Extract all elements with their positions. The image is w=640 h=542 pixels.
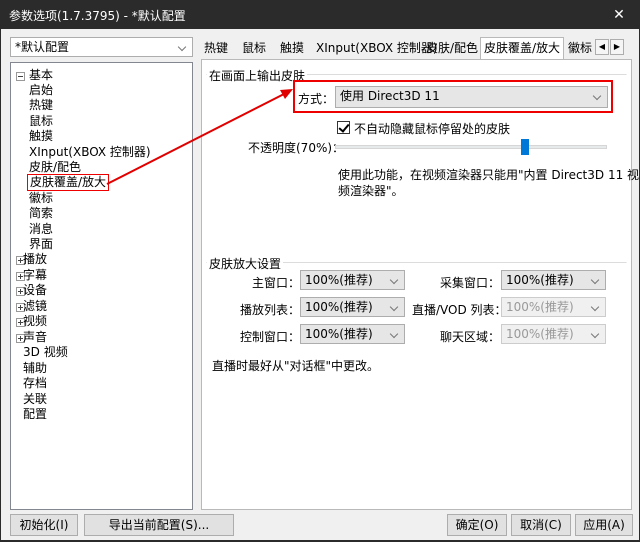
chevron-down-icon bbox=[590, 298, 602, 316]
chevron-down-icon bbox=[389, 325, 401, 343]
tree-item-hotkeys[interactable]: 热键 bbox=[29, 98, 53, 113]
control-window-value: 100%(推荐) bbox=[305, 327, 373, 341]
tab-prev-icon[interactable]: ◀ bbox=[595, 39, 609, 55]
tree-item-filters[interactable]: 滤镜 bbox=[23, 299, 47, 314]
chevron-down-icon bbox=[590, 271, 602, 289]
output-skin-group-title: 在画面上输出皮肤 bbox=[207, 67, 308, 84]
tree-item-video[interactable]: 视频 bbox=[23, 314, 47, 329]
live-vod-list-label: 直播/VOD 列表： bbox=[412, 303, 507, 317]
main-window-select[interactable]: 100%(推荐) bbox=[300, 270, 405, 290]
tree-item-messages[interactable]: 消息 bbox=[29, 222, 53, 237]
live-vod-list-select: 100%(推荐) bbox=[501, 297, 606, 317]
note-line-1: 使用此功能，在视频渲染器只能用"内置 Direct3D 11 视 bbox=[338, 168, 640, 182]
control-window-select[interactable]: 100%(推荐) bbox=[300, 324, 405, 344]
export-config-button[interactable]: 导出当前配置(S)... bbox=[84, 514, 234, 536]
settings-tabs: 热键 鼠标 触摸 XInput(XBOX 控制器) 皮肤/配色 皮肤覆盖/放大 … bbox=[201, 37, 631, 59]
preferences-window: 参数选项(1.7.3795) - *默认配置 ✕ *默认配置 基本 启始 热键 … bbox=[0, 0, 640, 541]
chevron-down-icon bbox=[389, 298, 401, 316]
apply-button[interactable]: 应用(A) bbox=[575, 514, 633, 536]
window-title: 参数选项(1.7.3795) - *默认配置 bbox=[9, 9, 186, 23]
skin-zoom-group-title: 皮肤放大设置 bbox=[207, 255, 284, 272]
tab-logo[interactable]: 徽标 bbox=[565, 39, 595, 57]
tree-item-config[interactable]: 配置 bbox=[23, 407, 47, 422]
tab-xinput[interactable]: XInput(XBOX 控制器) bbox=[313, 39, 441, 57]
tree-item-accessibility[interactable]: 辅助 bbox=[23, 361, 47, 376]
tree-item-subtitles[interactable]: 字幕 bbox=[23, 268, 47, 283]
note-line-2: 频渲染器"。 bbox=[338, 184, 404, 198]
tab-hotkeys[interactable]: 热键 bbox=[201, 39, 231, 57]
tree-item-association[interactable]: 关联 bbox=[23, 392, 47, 407]
close-icon[interactable]: ✕ bbox=[599, 1, 639, 29]
playlist-value: 100%(推荐) bbox=[305, 300, 373, 314]
tree-item-3d-video[interactable]: 3D 视频 bbox=[23, 345, 68, 360]
playlist-select[interactable]: 100%(推荐) bbox=[300, 297, 405, 317]
main-window-value: 100%(推荐) bbox=[305, 273, 373, 287]
collapse-icon[interactable] bbox=[16, 72, 25, 81]
playlist-label: 播放列表： bbox=[240, 303, 301, 317]
zoom-note: 直播时最好从"对话框"中更改。 bbox=[212, 359, 380, 373]
capture-window-select[interactable]: 100%(推荐) bbox=[501, 270, 606, 290]
chevron-down-icon bbox=[590, 325, 602, 343]
capture-window-value: 100%(推荐) bbox=[506, 273, 574, 287]
annotation-box-mode bbox=[293, 80, 613, 113]
tab-next-icon[interactable]: ▶ bbox=[610, 39, 624, 55]
chevron-down-icon bbox=[177, 38, 189, 56]
profile-select[interactable]: *默认配置 bbox=[10, 37, 193, 57]
tree-item-skin-overlay[interactable]: 皮肤覆盖/放大 bbox=[27, 174, 110, 191]
profile-select-value: *默认配置 bbox=[15, 40, 70, 54]
tree-item-interface[interactable]: 界面 bbox=[29, 237, 53, 252]
tab-skin-overlay[interactable]: 皮肤覆盖/放大 bbox=[480, 37, 565, 59]
tab-mouse[interactable]: 鼠标 bbox=[239, 39, 269, 57]
tree-item-archive[interactable]: 存档 bbox=[23, 376, 47, 391]
opacity-slider-track[interactable] bbox=[335, 145, 607, 149]
capture-window-label: 采集窗口： bbox=[440, 276, 501, 290]
chevron-down-icon bbox=[389, 271, 401, 289]
main-window-label: 主窗口： bbox=[252, 276, 301, 290]
tree-item-logo[interactable]: 徽标 bbox=[29, 191, 53, 206]
tree-item-playback[interactable]: 播放 bbox=[23, 252, 47, 267]
category-tree[interactable]: 基本 启始 热键 鼠标 触摸 XInput(XBOX 控制器) 皮肤/配色 皮肤… bbox=[10, 62, 193, 510]
keep-skin-checkbox[interactable] bbox=[337, 121, 350, 134]
live-vod-list-value: 100%(推荐) bbox=[506, 300, 574, 314]
tree-item-audio[interactable]: 声音 bbox=[23, 330, 47, 345]
tree-item-basic[interactable]: 基本 bbox=[29, 68, 53, 83]
opacity-label: 不透明度(70%)： bbox=[248, 141, 345, 155]
tree-item-mouse[interactable]: 鼠标 bbox=[29, 114, 53, 129]
tree-item-skin-color[interactable]: 皮肤/配色 bbox=[29, 160, 81, 175]
chat-area-select: 100%(推荐) bbox=[501, 324, 606, 344]
keep-skin-label: 不自动隐藏鼠标停留处的皮肤 bbox=[354, 122, 511, 136]
tree-item-index[interactable]: 简索 bbox=[29, 206, 53, 221]
tree-item-xinput[interactable]: XInput(XBOX 控制器) bbox=[29, 145, 151, 160]
chat-area-label: 聊天区域： bbox=[440, 330, 501, 344]
title-bar[interactable]: 参数选项(1.7.3795) - *默认配置 ✕ bbox=[1, 1, 639, 29]
tree-item-devices[interactable]: 设备 bbox=[23, 283, 47, 298]
control-window-label: 控制窗口： bbox=[240, 330, 301, 344]
tab-panel: 在画面上输出皮肤 方式： 使用 Direct3D 11 不自动隐藏鼠标停留处的皮… bbox=[201, 59, 639, 510]
opacity-slider-thumb[interactable] bbox=[521, 139, 530, 155]
ok-button[interactable]: 确定(O) bbox=[447, 514, 507, 536]
tree-item-touch[interactable]: 触摸 bbox=[29, 129, 53, 144]
tree-item-startup[interactable]: 启始 bbox=[29, 83, 53, 98]
tab-skin-color[interactable]: 皮肤/配色 bbox=[423, 39, 481, 57]
init-button[interactable]: 初始化(I) bbox=[10, 514, 78, 536]
cancel-button[interactable]: 取消(C) bbox=[511, 514, 571, 536]
chat-area-value: 100%(推荐) bbox=[506, 327, 574, 341]
tab-touch[interactable]: 触摸 bbox=[277, 39, 307, 57]
